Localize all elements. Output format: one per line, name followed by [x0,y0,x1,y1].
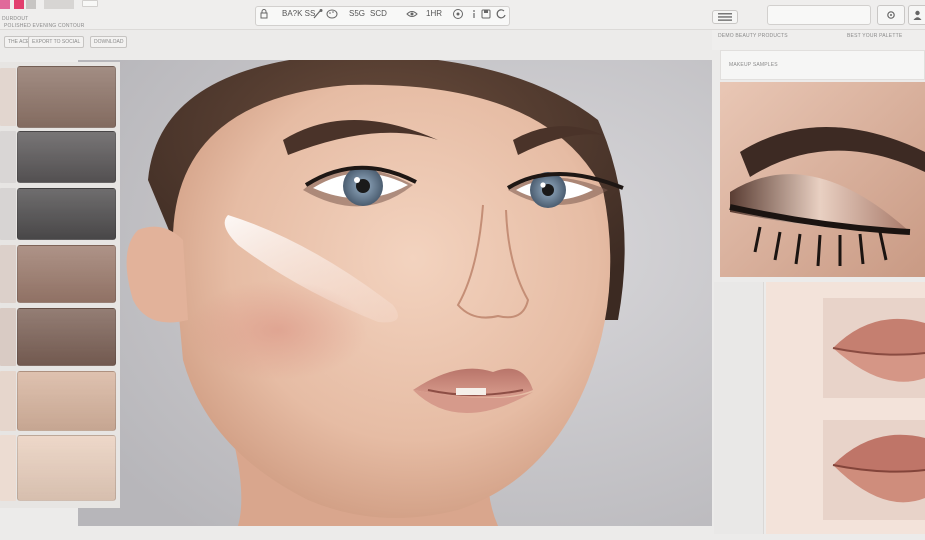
mini-field[interactable] [82,0,98,7]
right-panel-header: DEMO BEAUTY PRODUCTS BEST YOUR PALETTE [712,30,925,50]
mode-label[interactable]: BA?K SS [282,9,315,18]
color-swatch-pink[interactable] [0,0,10,9]
brush-icon[interactable] [312,8,324,20]
eye-closeup-graphic [720,82,925,277]
swatch-graphite[interactable] [17,188,116,240]
color-swatch-red[interactable] [14,0,24,9]
lip-sample-image [823,298,925,398]
lock-icon[interactable] [258,8,270,20]
toolbar-item-b[interactable]: SCD [370,9,387,18]
palette-tab[interactable] [0,435,16,501]
save-icon[interactable] [480,8,492,20]
samples-label: MAKEUP SAMPLES [729,62,778,68]
main-canvas[interactable] [78,60,712,526]
color-swatch-light[interactable] [44,0,74,9]
swatch-cream[interactable] [17,435,116,501]
target-icon[interactable] [452,8,464,20]
palette-tab[interactable] [0,308,16,366]
right-panel-subtitle[interactable]: BEST YOUR PALETTE [847,33,902,39]
chip-export[interactable]: EXPORT TO SOCIAL [28,36,85,48]
caption-label: POLISHED EVENING CONTOUR [4,23,85,29]
chip-download[interactable]: DOWNLOAD [90,36,128,48]
toolbar-item-a[interactable]: S5G [349,9,365,18]
swatch-taupe[interactable] [17,66,116,128]
swatch-mocha[interactable] [17,245,116,303]
color-swatch-gray[interactable] [26,0,36,9]
refresh-icon[interactable] [495,8,507,20]
right-panel-title: DEMO BEAUTY PRODUCTS [718,33,788,39]
samples-header: MAKEUP SAMPLES [720,50,925,80]
palette-icon[interactable] [326,8,338,20]
app-label: DURDOUT [2,16,29,22]
palette-tab[interactable] [0,371,16,431]
lips-sidebar [714,282,764,534]
lip-sample-card[interactable] [823,420,925,520]
eye-closeup-image[interactable] [720,82,925,277]
palette-tab[interactable] [0,188,16,240]
eye-icon[interactable] [406,8,418,20]
swatch-sand[interactable] [17,371,116,431]
secondary-toolbar: THE ACE EXPORT TO SOCIAL DOWNLOAD [0,30,712,54]
swatch-charcoal[interactable] [17,131,116,183]
right-panel: DEMO BEAUTY PRODUCTS BEST YOUR PALETTE M… [712,0,925,540]
toolbar-item-c[interactable]: 1HR [426,9,442,18]
lip-sample-image [823,420,925,520]
swatch-cocoa[interactable] [17,308,116,366]
palette-tab[interactable] [0,245,16,303]
palette-tab[interactable] [0,68,16,126]
lips-panel [766,282,925,534]
palette-tab[interactable] [0,131,16,183]
info-icon[interactable] [468,8,480,20]
lip-sample-card[interactable] [823,298,925,398]
portrait-image [78,60,712,526]
eyeshadow-palette [0,62,120,508]
